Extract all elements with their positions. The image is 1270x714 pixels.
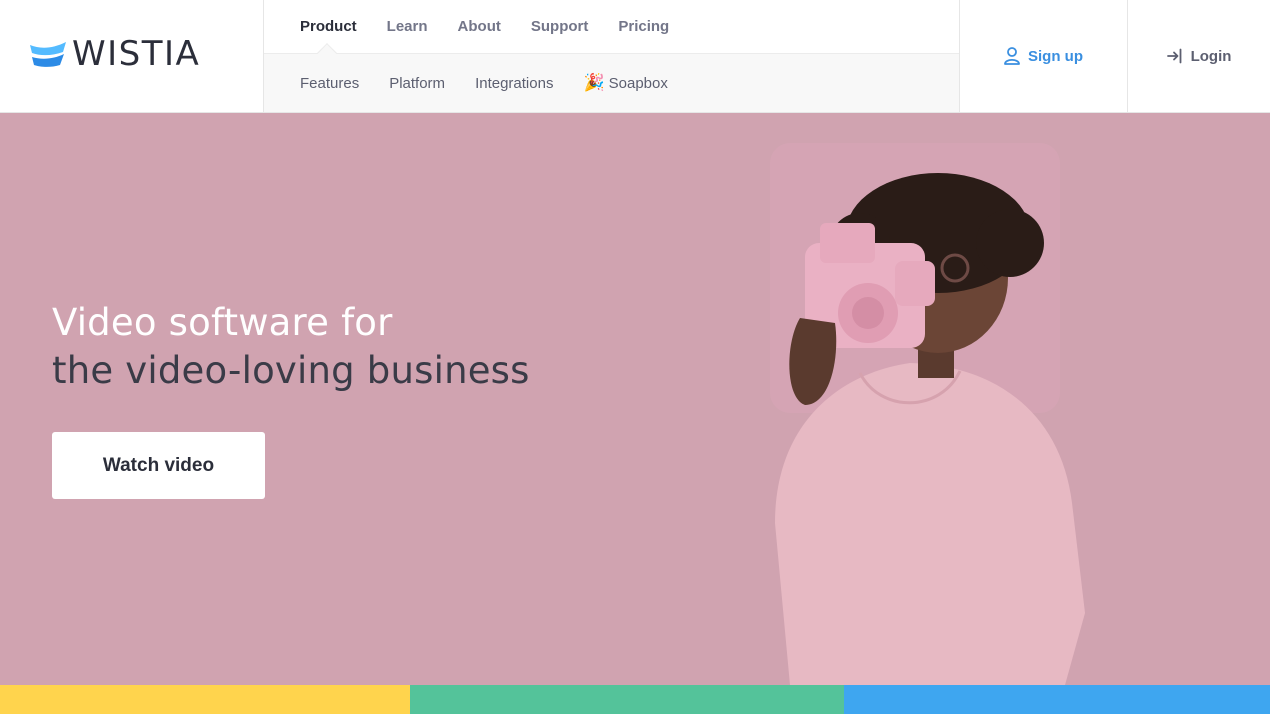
login-label: Login [1190, 47, 1232, 65]
nav-about[interactable]: About [458, 18, 501, 35]
wistia-logo[interactable]: WISTIA [30, 36, 200, 72]
secondary-nav: Features Platform Integrations 🎉 Soapbox [264, 54, 959, 112]
hero-section: Video software for the video-loving busi… [0, 113, 1270, 685]
watch-video-button[interactable]: Watch video [52, 432, 265, 499]
login-arrow-icon [1166, 48, 1181, 64]
wistia-wave-icon [30, 42, 66, 67]
signup-button[interactable]: Sign up [960, 0, 1128, 112]
main-navigation: Product Learn About Support Pricing Feat… [263, 0, 960, 113]
color-stripe-green [410, 685, 844, 714]
nav-pricing[interactable]: Pricing [618, 18, 669, 35]
color-stripe-blue [844, 685, 1270, 714]
subnav-features[interactable]: Features [300, 75, 359, 92]
nav-learn[interactable]: Learn [387, 18, 428, 35]
wistia-wordmark: WISTIA [72, 34, 201, 74]
hero-heading: Video software for the video-loving busi… [52, 299, 530, 395]
primary-nav: Product Learn About Support Pricing [264, 0, 959, 63]
subnav-soapbox[interactable]: 🎉 Soapbox [583, 73, 667, 93]
party-popper-icon: 🎉 [583, 73, 605, 92]
subnav-soapbox-label: Soapbox [608, 74, 668, 92]
site-header: WISTIA Product Learn About Support Prici… [0, 0, 1270, 113]
login-button[interactable]: Login [1128, 0, 1270, 112]
user-icon [1004, 47, 1020, 65]
hero-heading-line2: the video-loving business [52, 349, 530, 392]
color-stripe-yellow [0, 685, 410, 714]
hero-person-with-camera-image [770, 143, 1085, 685]
subnav-platform[interactable]: Platform [389, 75, 445, 92]
hero-heading-line1: Video software for [52, 301, 393, 344]
nav-support[interactable]: Support [531, 18, 589, 35]
nav-product[interactable]: Product [300, 18, 357, 35]
subnav-integrations[interactable]: Integrations [475, 75, 553, 92]
signup-label: Sign up [1028, 47, 1083, 65]
